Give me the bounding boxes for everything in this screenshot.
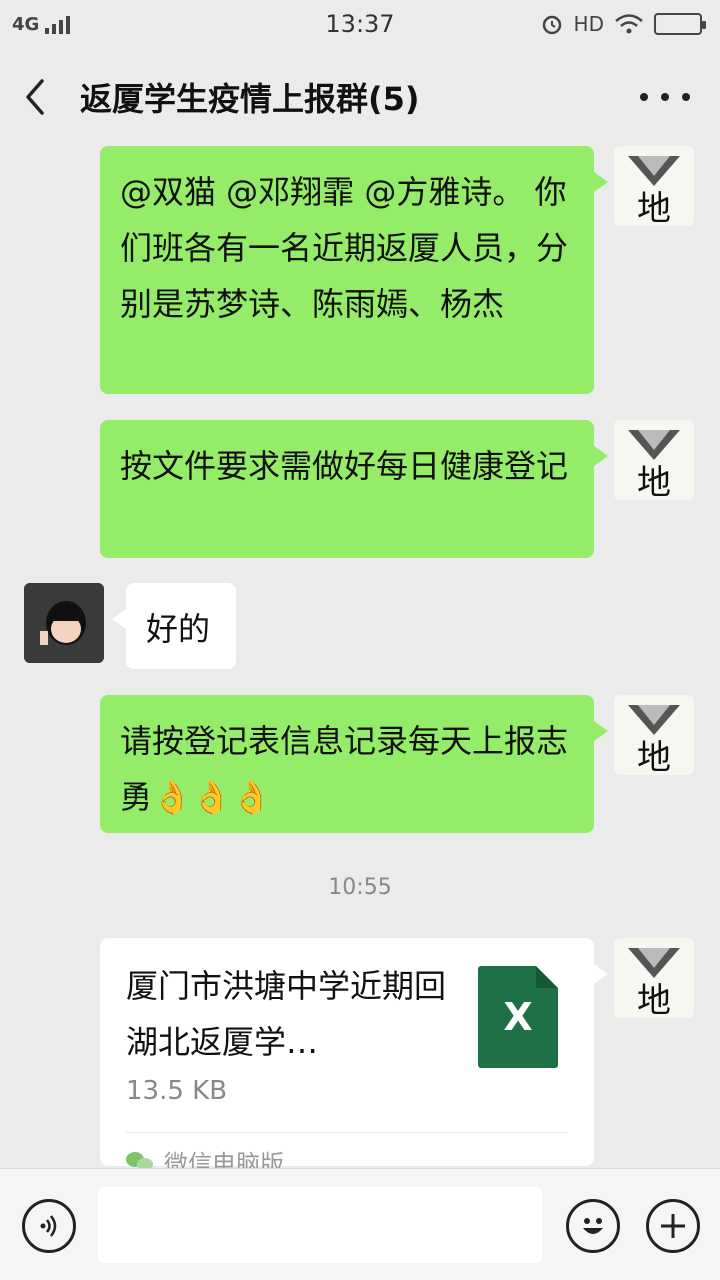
network-indicator: 4G <box>12 13 71 35</box>
avatar[interactable]: 地 <box>614 938 694 1018</box>
plus-icon <box>661 1214 685 1238</box>
message-bubble[interactable]: 按文件要求需做好每日健康登记 <box>100 420 608 558</box>
wifi-icon <box>615 14 643 34</box>
network-type: 4G <box>12 13 40 35</box>
avatar-girl-icon <box>24 583 104 663</box>
message-input[interactable] <box>98 1187 542 1263</box>
status-bar: 4G 13:37 HD <box>0 0 720 48</box>
file-name: 厦门市洪塘中学近期回湖北返厦学… <box>126 967 447 1061</box>
chat-timestamp: 10:55 <box>328 875 392 900</box>
signal-icon <box>45 14 71 34</box>
input-bar <box>0 1168 720 1280</box>
avatar[interactable]: 地 <box>614 695 694 775</box>
alarm-icon <box>542 15 561 35</box>
avatar-funnel-icon: 地 <box>628 705 680 775</box>
chat-header: 返厦学生疫情上报群(5) <box>0 48 720 146</box>
more-dot-icon <box>682 93 690 101</box>
emoji-icon <box>583 1218 603 1234</box>
avatar-funnel-icon: 地 <box>628 948 680 1018</box>
message-bubble[interactable]: 请按登记表信息记录每天上报志勇👌👌👌 <box>100 695 608 833</box>
more-dot-icon <box>661 93 669 101</box>
avatar-funnel-icon: 地 <box>628 430 680 500</box>
emoji-button[interactable] <box>566 1199 620 1253</box>
avatar-text: 地 <box>637 463 671 500</box>
message-bubble[interactable]: 好的 <box>112 583 236 669</box>
voice-input-button[interactable] <box>22 1199 76 1253</box>
chat-title: 返厦学生疫情上报群(5) <box>80 80 420 118</box>
avatar[interactable]: 地 <box>614 146 694 226</box>
more-functions-button[interactable] <box>646 1199 700 1253</box>
avatar-text: 地 <box>637 738 671 775</box>
more-dot-icon <box>640 93 648 101</box>
back-arrow-icon <box>26 79 44 115</box>
avatar-funnel-icon: 地 <box>628 156 680 226</box>
avatar-text: 地 <box>637 189 671 226</box>
message-bubble[interactable]: @双猫 @邓翔霏 @方雅诗。 你们班各有一名近期返厦人员，分别是苏梦诗、陈雨嫣、… <box>100 146 608 394</box>
back-button[interactable] <box>0 48 70 146</box>
avatar[interactable]: 地 <box>614 420 694 500</box>
voice-icon <box>40 1215 57 1237</box>
excel-icon-letter: X <box>503 995 533 1039</box>
file-size: 13.5 KB <box>126 1076 228 1106</box>
file-message-card[interactable]: 厦门市洪塘中学近期回湖北返厦学… 13.5 KB X 微信电脑版 <box>100 938 608 1178</box>
avatar-text: 地 <box>637 981 671 1018</box>
hd-indicator: HD <box>573 12 604 36</box>
status-right: HD <box>540 12 706 36</box>
more-options-button[interactable] <box>640 80 690 114</box>
avatar[interactable] <box>24 583 104 663</box>
battery-icon <box>654 13 706 35</box>
excel-file-icon: X <box>478 966 558 1068</box>
